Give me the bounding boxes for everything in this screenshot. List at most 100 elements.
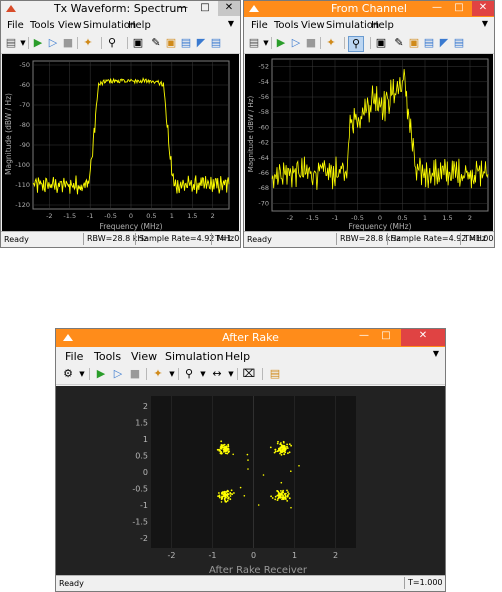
run-icon[interactable]: ▶ <box>274 36 288 50</box>
x-tick-label: -1 <box>87 212 93 220</box>
maximize-button[interactable]: □ <box>375 329 397 344</box>
maximize-button[interactable]: □ <box>194 1 216 16</box>
constellation-point <box>227 497 230 500</box>
dropdown-icon[interactable]: ▼ <box>165 367 179 381</box>
toolbar: ⚙ ▼ ▶ ▷ ■ ✦ ▼ ⚲ ▼ ↔ ▼ ⌧ ▤ <box>56 364 445 385</box>
constellation-point <box>218 448 221 451</box>
stop-icon[interactable]: ■ <box>304 36 318 50</box>
menu-help[interactable]: Help <box>225 350 250 363</box>
constellation-point <box>277 496 280 499</box>
constellation-point <box>281 446 283 449</box>
zoom-in-icon[interactable]: ⚲ <box>105 36 119 50</box>
constellation-point <box>279 449 282 452</box>
constellation-point <box>229 495 232 497</box>
close-button[interactable]: ✕ <box>472 1 494 16</box>
menu-tools[interactable]: Tools <box>274 20 299 31</box>
edit-icon[interactable]: ✎ <box>392 36 406 50</box>
constellation-point <box>286 447 289 449</box>
constellation-point <box>281 498 283 501</box>
maximize-button[interactable]: □ <box>448 1 470 16</box>
constellation-point <box>280 490 282 492</box>
y-tick-label: -56 <box>258 93 269 101</box>
constellation-point <box>274 450 277 453</box>
y-tick-label: -50 <box>19 61 30 69</box>
close-button[interactable]: ✕ <box>218 1 240 16</box>
grid <box>272 59 488 211</box>
constellation-point <box>274 498 277 501</box>
constellation-point <box>290 444 292 447</box>
minimize-button[interactable]: — <box>172 1 194 16</box>
constellation-point <box>288 443 291 446</box>
x-tick-label: 2 <box>211 212 215 220</box>
chevron-down-icon[interactable]: ▼ <box>433 349 439 358</box>
highlight-icon[interactable]: ✦ <box>81 36 95 50</box>
constellation-point <box>219 452 222 455</box>
constellation-point <box>279 447 282 450</box>
constellation-point <box>223 449 226 452</box>
y-tick-label: -0.5 <box>132 485 148 494</box>
step-forward-icon[interactable]: ▷ <box>46 36 60 50</box>
highlight-icon[interactable]: ✦ <box>324 36 338 50</box>
cursor-icon[interactable]: ▣ <box>407 36 421 50</box>
fit-icon[interactable]: ▣ <box>131 36 145 50</box>
y-tick-label: -64 <box>258 154 269 162</box>
step-forward-icon[interactable]: ▷ <box>289 36 303 50</box>
menu-view[interactable]: View <box>301 20 325 31</box>
menu-tools[interactable]: Tools <box>94 350 121 363</box>
constellation-point <box>229 498 232 501</box>
menu-help[interactable]: Help <box>128 20 151 31</box>
fit-icon[interactable]: ↔ <box>210 367 224 381</box>
fit-icon[interactable]: ▣ <box>374 36 388 50</box>
x-tick-label: -2 <box>168 551 176 560</box>
close-button[interactable]: ✕ <box>401 329 445 346</box>
constellation-point <box>246 453 249 456</box>
plot-area[interactable]: -52 -54 -56 -58 -60 -62 -64 -66 -68 -70 -2 -1.5 -1-… <box>245 54 493 232</box>
minimize-button[interactable]: — <box>353 329 375 344</box>
run-icon[interactable]: ▶ <box>94 367 108 381</box>
step-forward-icon[interactable]: ▷ <box>111 367 125 381</box>
measure-icon[interactable]: ◤ <box>437 36 451 50</box>
chevron-down-icon[interactable]: ▼ <box>482 19 488 28</box>
dropdown-icon[interactable]: ▼ <box>196 367 210 381</box>
menu-simulation[interactable]: Simulation <box>165 350 224 363</box>
constellation-point <box>277 449 280 452</box>
zoom-in-icon[interactable]: ⚲ <box>182 367 196 381</box>
menu-view[interactable]: View <box>131 350 157 363</box>
signal-icon[interactable]: ⌧ <box>242 367 256 381</box>
stop-icon[interactable]: ■ <box>61 36 75 50</box>
settings-icon[interactable]: ⚙ <box>61 367 75 381</box>
constellation-point <box>226 495 229 497</box>
toolbar-separator <box>271 37 272 49</box>
plot-area[interactable]: -50 -60 -70 -80 -90 -100 -110 -120 -2 -1.5 -1 -0.5… <box>2 54 239 232</box>
marker-icon[interactable]: ▤ <box>452 36 466 50</box>
constellation-point <box>224 500 227 503</box>
export-icon[interactable]: ▤ <box>422 36 436 50</box>
title-bar[interactable]: From Channel — □ ✕ <box>244 1 494 17</box>
minimize-button[interactable]: — <box>426 1 448 16</box>
menu-file[interactable]: File <box>251 20 268 31</box>
dropdown-icon[interactable]: ▼ <box>224 367 238 381</box>
stop-icon[interactable]: ■ <box>128 367 142 381</box>
edit-icon[interactable]: ✎ <box>149 36 163 50</box>
chevron-down-icon[interactable]: ▼ <box>228 19 234 28</box>
highlight-icon[interactable]: ✦ <box>151 367 165 381</box>
menu-help[interactable]: Help <box>371 20 394 31</box>
menu-tools[interactable]: Tools <box>30 20 55 31</box>
title-bar[interactable]: After Rake — □ ✕ <box>56 329 445 347</box>
status-time: T=1.000 <box>460 233 494 245</box>
marker-icon[interactable]: ▤ <box>209 36 223 50</box>
title-bar[interactable]: Tx Waveform: Spectrum — □ ✕ <box>1 1 240 17</box>
run-icon[interactable]: ▶ <box>31 36 45 50</box>
x-tick-label: -1.5 <box>63 212 76 220</box>
menu-file[interactable]: File <box>65 350 83 363</box>
measure-icon[interactable]: ◤ <box>194 36 208 50</box>
menu-file[interactable]: File <box>7 20 24 31</box>
menu-view[interactable]: View <box>58 20 82 31</box>
export-icon[interactable]: ▤ <box>268 367 282 381</box>
plot-area[interactable]: 2 1.5 1 0.5 0 -0.5 -1 -1.5 -2 -2 -1 0 1 2 After Rake… <box>56 386 445 576</box>
dropdown-icon[interactable]: ▼ <box>75 367 89 381</box>
constellation-point <box>283 493 286 495</box>
export-icon[interactable]: ▤ <box>179 36 193 50</box>
zoom-in-icon[interactable]: ⚲ <box>348 36 364 52</box>
cursor-icon[interactable]: ▣ <box>164 36 178 50</box>
